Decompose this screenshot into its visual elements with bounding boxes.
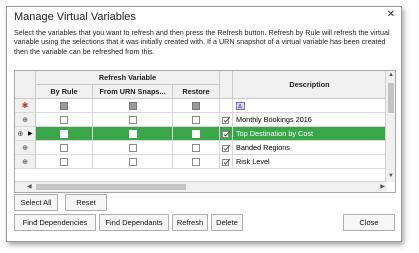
vertical-scrollbar[interactable]: ▲ ▼: [385, 71, 395, 182]
expand-row-icon[interactable]: ⊕: [17, 130, 23, 138]
filter-row-header: ✱: [15, 99, 36, 113]
select-all-button[interactable]: Select All: [14, 194, 58, 211]
reset-button[interactable]: Reset: [65, 194, 107, 211]
table-row-type: [220, 155, 233, 169]
column-header-by-rule[interactable]: By Rule: [36, 85, 93, 99]
table-row-description[interactable]: Monthly Bookings 2016: [233, 113, 387, 127]
scroll-right-arrow-icon[interactable]: ▶: [380, 183, 385, 190]
row-header[interactable]: ⊕: [15, 113, 36, 127]
from-urn-checkbox[interactable]: [128, 157, 137, 166]
column-header-restore[interactable]: Restore: [173, 85, 220, 99]
table-row-by-rule: [36, 141, 93, 155]
table-row-from-urn: [93, 141, 173, 155]
variables-grid: Refresh Variable Description By Rule Fro…: [14, 70, 396, 193]
manage-virtual-variables-dialog: Manage Virtual Variables ✕ Select the va…: [6, 6, 402, 242]
row-header[interactable]: ⊕: [15, 141, 36, 155]
by-rule-checkbox[interactable]: [60, 115, 68, 124]
filter-text-icon[interactable]: A: [236, 101, 245, 110]
from-urn-checkbox[interactable]: [128, 129, 137, 138]
filter-by-rule-checkbox[interactable]: [60, 101, 68, 110]
filter-from-urn-checkbox[interactable]: [128, 101, 137, 110]
vertical-scroll-thumb[interactable]: [388, 83, 394, 113]
table-row-restore: [173, 141, 220, 155]
restore-checkbox[interactable]: [192, 115, 200, 124]
table-row-type: [220, 113, 233, 127]
table-row-type: [220, 141, 233, 155]
table-row-from-urn: [93, 127, 173, 141]
current-row-indicator-icon: ▶: [28, 131, 33, 137]
scroll-left-arrow-icon[interactable]: ◀: [27, 183, 32, 190]
table-row-from-urn: [93, 113, 173, 127]
variable-type-icon: [221, 116, 230, 124]
table-row-description[interactable]: Banded Regions: [233, 141, 387, 155]
horizontal-scroll-thumb[interactable]: [36, 184, 186, 190]
expand-row-icon[interactable]: ⊕: [22, 158, 28, 166]
table-row-by-rule: [36, 113, 93, 127]
dialog-description: Select the variables that you want to re…: [14, 28, 390, 56]
table-row-restore: [173, 113, 220, 127]
refresh-button[interactable]: Refresh: [172, 214, 208, 231]
grid-corner: [15, 71, 36, 99]
expand-row-icon[interactable]: ⊕: [22, 116, 28, 124]
variable-type-icon: [221, 158, 230, 166]
horizontal-scrollbar[interactable]: ◀ ▶: [15, 181, 387, 192]
table-row-description[interactable]: Risk Level: [233, 155, 387, 169]
table-row-from-urn: [93, 155, 173, 169]
scroll-up-arrow-icon[interactable]: ▲: [388, 72, 394, 78]
variable-description: Monthly Bookings 2016: [236, 115, 312, 124]
by-rule-checkbox[interactable]: [60, 129, 68, 138]
from-urn-checkbox[interactable]: [128, 115, 137, 124]
pin-icon: ✱: [21, 101, 29, 110]
variable-description: Banded Regions: [236, 143, 290, 152]
table-row-by-rule: [36, 127, 93, 141]
by-rule-checkbox[interactable]: [60, 143, 68, 152]
group-header-refresh-variable: Refresh Variable: [36, 71, 220, 85]
variable-description: Risk Level: [236, 157, 270, 166]
column-header-description[interactable]: Description: [233, 71, 387, 99]
filter-restore-checkbox[interactable]: [192, 101, 200, 110]
delete-button[interactable]: Delete: [211, 214, 243, 231]
icon-column-header: [220, 71, 233, 99]
find-dependants-button[interactable]: Find Dependants: [99, 214, 169, 231]
restore-checkbox[interactable]: [192, 143, 200, 152]
by-rule-checkbox[interactable]: [60, 157, 68, 166]
close-button[interactable]: Close: [343, 214, 395, 231]
variable-description: Top Destination by Cost: [236, 129, 314, 138]
row-header[interactable]: ⊕ ▶: [15, 127, 36, 141]
close-icon[interactable]: ✕: [387, 9, 395, 20]
restore-checkbox[interactable]: [192, 157, 200, 166]
from-urn-checkbox[interactable]: [128, 143, 137, 152]
table-row-restore: [173, 155, 220, 169]
variable-type-icon: [221, 144, 230, 152]
table-row-restore: [173, 127, 220, 141]
table-row-by-rule: [36, 155, 93, 169]
restore-checkbox[interactable]: [192, 129, 200, 138]
column-header-from-urn-snapshot[interactable]: From URN Snaps...: [93, 85, 173, 99]
scroll-down-arrow-icon[interactable]: ▼: [388, 173, 394, 179]
table-row-description[interactable]: Top Destination by Cost: [233, 127, 387, 141]
row-header[interactable]: ⊕: [15, 155, 36, 169]
variable-type-icon: [221, 130, 230, 138]
table-row-type: [220, 127, 233, 141]
dialog-title: Manage Virtual Variables: [14, 11, 136, 23]
expand-row-icon[interactable]: ⊕: [22, 144, 28, 152]
find-dependencies-button[interactable]: Find Dependencies: [14, 214, 96, 231]
